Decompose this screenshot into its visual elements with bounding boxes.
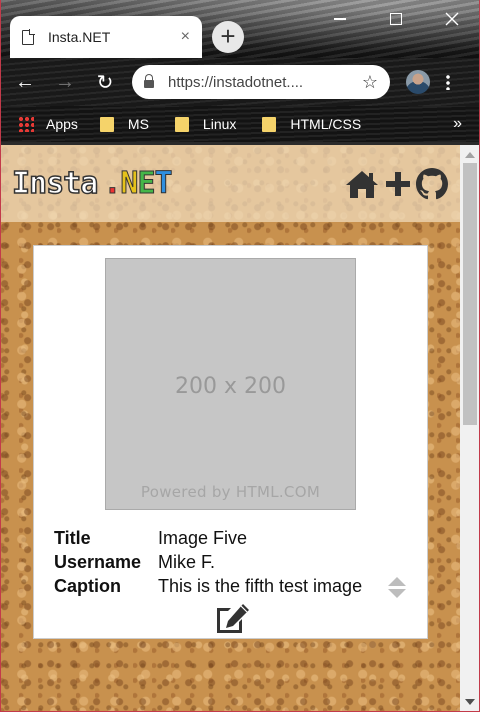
detail-label: Title — [54, 527, 91, 548]
menu-kebab-icon[interactable] — [446, 74, 450, 90]
minimize-button[interactable] — [312, 0, 368, 38]
post-details: Title Image Five Username Mike F. Captio… — [54, 526, 362, 598]
bookmark-label: MS — [127, 116, 149, 132]
detail-value: Image Five — [158, 527, 248, 548]
bookmarks-overflow-button[interactable]: » — [453, 115, 462, 133]
bookmark-linux[interactable]: Linux — [174, 116, 237, 132]
bookmark-ms[interactable]: MS — [99, 116, 149, 132]
bookmark-star-button[interactable]: ☆ — [362, 72, 378, 93]
bookmark-label: HTML/CSS — [290, 116, 362, 132]
reload-button[interactable]: ↻ — [90, 67, 120, 97]
spinner-up-icon[interactable] — [388, 577, 406, 586]
detail-value: Mike F. — [158, 551, 216, 572]
placeholder-powered-text: Powered by HTML.COM — [140, 483, 321, 501]
scrollbar-thumb[interactable] — [463, 163, 477, 425]
page-viewport: Insta . N E T 200 x 200 Powered by HTML.… — [0, 145, 460, 712]
browser-titlebar: Insta.NET × + — [0, 0, 480, 58]
github-icon[interactable] — [416, 167, 448, 200]
detail-row-caption: Caption This is the fifth test image — [54, 574, 362, 598]
scroll-up-arrow-icon[interactable] — [465, 152, 475, 158]
close-window-button[interactable] — [424, 0, 480, 38]
folder-icon — [99, 116, 114, 132]
maximize-button[interactable] — [368, 0, 424, 38]
site-header: Insta . N E T — [0, 145, 460, 222]
close-icon — [445, 12, 459, 26]
post-image-placeholder: 200 x 200 Powered by HTML.COM — [105, 258, 356, 510]
bookmarks-bar: Apps MS Linux HTML/CSS » — [0, 106, 480, 142]
folder-icon — [262, 116, 277, 132]
bookmark-label: Linux — [202, 116, 237, 132]
edit-icon[interactable] — [213, 602, 251, 636]
logo-dot: . — [103, 166, 122, 202]
lock-icon — [144, 74, 154, 88]
page-scrollbar[interactable] — [460, 145, 480, 712]
logo-n: N — [120, 166, 139, 202]
new-tab-button[interactable]: + — [212, 21, 244, 53]
detail-row-title: Title Image Five — [54, 526, 362, 550]
post-card: 200 x 200 Powered by HTML.COM Title Imag… — [33, 245, 428, 639]
window-controls — [312, 0, 480, 38]
window-border — [0, 0, 1, 712]
tab-close-button[interactable]: × — [181, 28, 190, 46]
detail-value: This is the fifth test image — [158, 575, 363, 596]
plus-icon[interactable] — [384, 170, 412, 198]
profile-avatar[interactable] — [406, 70, 430, 94]
bookmark-label: Apps — [46, 116, 78, 132]
logo-e: E — [137, 166, 156, 202]
apps-grid-icon — [18, 116, 34, 132]
url-text: https://instadotnet.... — [168, 73, 304, 91]
minimize-icon — [334, 18, 346, 20]
detail-label: Username — [54, 551, 142, 572]
forward-button[interactable]: → — [50, 67, 80, 97]
document-icon — [22, 28, 35, 45]
browser-toolbar: ← → ↻ https://instadotnet.... ☆ — [0, 58, 480, 106]
tab-title: Insta.NET — [48, 29, 111, 45]
logo-insta: Insta — [11, 165, 99, 202]
detail-label: Caption — [54, 575, 121, 596]
detail-row-username: Username Mike F. — [54, 550, 362, 574]
back-button[interactable]: ← — [10, 67, 40, 97]
logo-t: T — [154, 166, 173, 202]
site-logo[interactable]: Insta . N E T — [11, 165, 173, 202]
browser-tab[interactable]: Insta.NET × — [10, 16, 202, 58]
scroll-down-arrow-icon[interactable] — [465, 699, 475, 705]
home-icon[interactable] — [344, 168, 380, 200]
bookmark-html-css[interactable]: HTML/CSS — [262, 116, 361, 132]
maximize-icon — [390, 13, 402, 25]
spinner-down-icon[interactable] — [388, 589, 406, 598]
placeholder-size-text: 200 x 200 — [175, 374, 286, 399]
header-nav — [344, 167, 448, 200]
folder-icon — [174, 116, 189, 132]
caption-scroll-spinner[interactable] — [388, 576, 406, 600]
address-bar[interactable]: https://instadotnet.... ☆ — [132, 65, 390, 99]
bookmark-apps[interactable]: Apps — [18, 116, 78, 132]
